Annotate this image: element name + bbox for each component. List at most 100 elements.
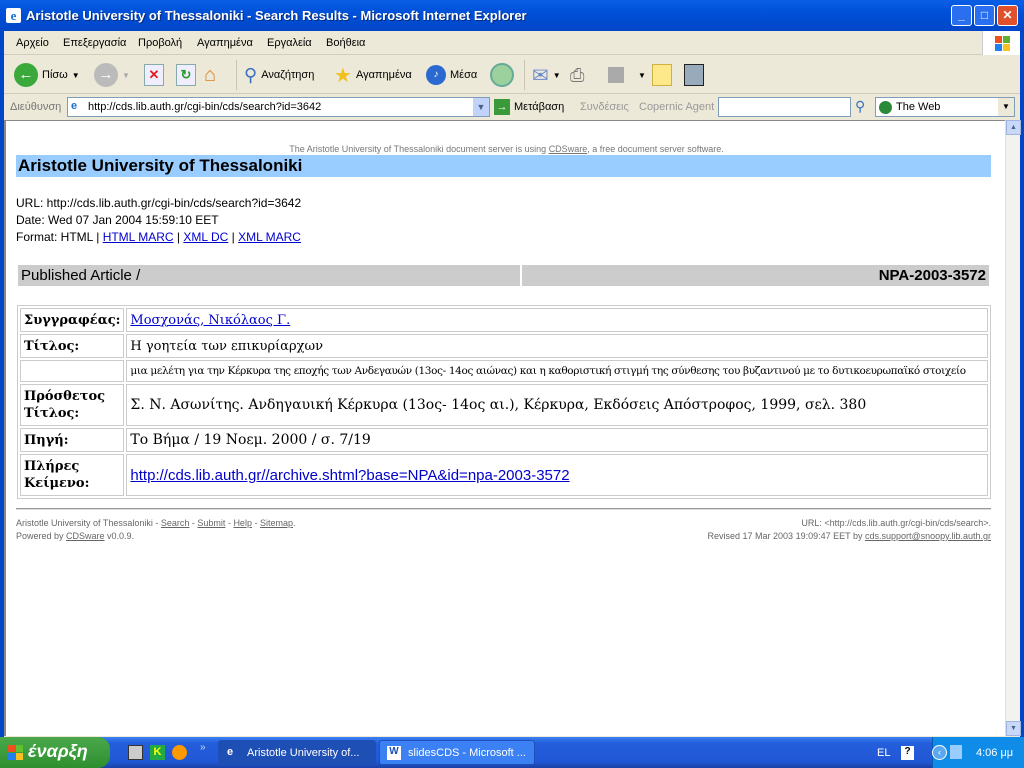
source-label: Πηγή: xyxy=(20,428,125,452)
added-title-label: Πρόσθετος Τίτλος: xyxy=(20,384,125,426)
menu-help[interactable]: Βοήθεια xyxy=(326,37,365,49)
fullscreen-icon xyxy=(608,67,624,83)
date-line: Date: Wed 07 Jan 2004 15:59:10 EET xyxy=(16,213,219,227)
plugin-button[interactable] xyxy=(684,61,704,89)
network-icon[interactable] xyxy=(950,745,962,759)
menu-view[interactable]: Προβολή xyxy=(138,37,182,49)
menu-favorites[interactable]: Αγαπημένα xyxy=(197,37,253,49)
system-tray: ‹ 4:06 μμ xyxy=(932,737,1024,768)
refresh-icon: ↻ xyxy=(176,64,196,86)
favorites-button[interactable]: ★ Αγαπημένα xyxy=(334,61,412,89)
help-icon[interactable]: ? xyxy=(901,746,914,760)
mail-button[interactable]: ✉ ▼ xyxy=(532,61,561,89)
windows-logo-icon xyxy=(982,31,1020,55)
footer-left: Aristotle University of Thessaloniki - S… xyxy=(16,518,296,541)
footer-help-link[interactable]: Help xyxy=(233,518,252,528)
tray-expand-icon[interactable]: ‹ xyxy=(932,745,947,760)
footer-url: URL: <http://cds.lib.auth.gr/cgi-bin/cds… xyxy=(801,518,991,528)
table-row: Πηγή: Το Βήμα / 19 Νοεμ. 2000 / σ. 7/19 xyxy=(20,428,988,452)
html-marc-link[interactable]: HTML MARC xyxy=(103,230,174,244)
forward-arrow-icon: → xyxy=(94,63,118,87)
page-title: Aristotle University of Thessaloniki xyxy=(16,155,991,177)
table-row: Πλήρες Κείμενο: http://cds.lib.auth.gr//a… xyxy=(20,454,988,496)
engine-dropdown-icon[interactable]: ▼ xyxy=(998,98,1014,116)
ie-icon: e xyxy=(6,8,21,23)
xml-marc-link[interactable]: XML MARC xyxy=(238,230,301,244)
window-frame-right xyxy=(1020,31,1024,737)
footer-submit-link[interactable]: Submit xyxy=(197,518,225,528)
maximize-button[interactable]: □ xyxy=(974,5,995,26)
history-icon xyxy=(490,63,514,87)
close-button[interactable]: ✕ xyxy=(997,5,1018,26)
title-bar: e Aristotle University of Thessaloniki -… xyxy=(0,0,1024,31)
author-label: Συγγραφέας: xyxy=(20,308,125,332)
cdsware-link[interactable]: CDSware xyxy=(549,144,588,154)
engine-select[interactable]: The Web ▼ xyxy=(875,97,1015,117)
url-line: URL: http://cds.lib.auth.gr/cgi-bin/cds/… xyxy=(16,196,302,210)
footer-sitemap-link[interactable]: Sitemap xyxy=(260,518,293,528)
quicklaunch-k-icon[interactable]: K xyxy=(150,745,165,760)
mail-icon: ✉ xyxy=(532,64,549,87)
menu-tools[interactable]: Εργαλεία xyxy=(267,37,312,49)
back-button[interactable]: ← Πίσω ▼ xyxy=(14,61,80,89)
source-value: Το Βήμα / 19 Νοεμ. 2000 / σ. 7/19 xyxy=(126,428,988,452)
taskbar: έναρξη K » e Aristotle University of... W… xyxy=(0,737,1024,768)
support-email-link[interactable]: cds.support@snoopy.lib.auth.gr xyxy=(865,531,991,541)
windows-flag-icon xyxy=(8,745,24,760)
table-row: Συγγραφέας: Μοσχονάς, Νικόλαος Γ. xyxy=(20,308,988,332)
fullscreen-button[interactable]: ▼ xyxy=(608,61,646,89)
scroll-up-button[interactable]: ▲ xyxy=(1006,120,1021,135)
fulltext-link[interactable]: http://cds.lib.auth.gr//archive.shtml?ba… xyxy=(130,467,569,484)
table-row: Πρόσθετος Τίτλος: Σ. Ν. Ασωνίτης. Ανδηγαυ… xyxy=(20,384,988,426)
vertical-scrollbar[interactable]: ▲ ▼ xyxy=(1005,120,1021,736)
go-arrow-icon: → xyxy=(494,99,510,115)
links-button[interactable]: Συνδέσεις xyxy=(580,101,629,113)
record-table: Συγγραφέας: Μοσχονάς, Νικόλαος Γ. Τίτλος:… xyxy=(17,305,991,499)
menu-edit[interactable]: Επεξεργασία xyxy=(63,37,126,49)
page-icon: e xyxy=(71,100,78,112)
title-label: Τίτλος: xyxy=(20,334,125,358)
star-icon: ★ xyxy=(334,64,352,87)
notes-button[interactable] xyxy=(652,61,672,89)
stop-icon: ✕ xyxy=(144,64,164,86)
home-button[interactable]: ⌂ xyxy=(204,61,216,89)
media-button[interactable]: ♪ Μέσα xyxy=(426,61,477,89)
toolbar: ← Πίσω ▼ → ▼ ✕ ↻ ⌂ ⚲ Αναζήτηση ★ Αγαπημένα ♪… xyxy=(4,56,1020,94)
collection-label: Published Article / xyxy=(18,265,520,286)
table-row: μια μελέτη για την Κέρκυρα της εποχής τω… xyxy=(20,360,988,382)
task-ie-window[interactable]: e Aristotle University of... xyxy=(218,740,376,765)
start-button[interactable]: έναρξη xyxy=(0,737,110,768)
stop-button[interactable]: ✕ xyxy=(144,61,164,89)
quicklaunch-media-icon[interactable] xyxy=(172,745,187,760)
title-value: Η γοητεία των επικυρίαρχων xyxy=(126,334,988,358)
minimize-button[interactable]: _ xyxy=(951,5,972,26)
powered-by-notice: The Aristotle University of Thessaloniki… xyxy=(289,144,724,154)
refresh-button[interactable]: ↻ xyxy=(176,61,196,89)
author-link[interactable]: Μοσχονάς, Νικόλαος Γ. xyxy=(130,313,290,328)
fulltext-label: Πλήρες Κείμενο: xyxy=(20,454,125,496)
footer-divider xyxy=(16,508,991,510)
search-button[interactable]: ⚲ Αναζήτηση xyxy=(244,61,314,89)
scroll-down-button[interactable]: ▼ xyxy=(1006,721,1021,736)
xml-dc-link[interactable]: XML DC xyxy=(183,230,228,244)
footer-right: URL: <http://cds.lib.auth.gr/cgi-bin/cds… xyxy=(707,518,991,541)
record-meta: URL: http://cds.lib.auth.gr/cgi-bin/cds/… xyxy=(16,195,301,246)
footer-cdsware-link[interactable]: CDSware xyxy=(66,531,105,541)
print-button[interactable]: ⎙ xyxy=(570,61,584,89)
language-indicator[interactable]: EL xyxy=(877,747,890,759)
footer-search-link[interactable]: Search xyxy=(161,518,190,528)
task-word-window[interactable]: WslidesCDS - Microsoft ... xyxy=(379,740,535,765)
address-input[interactable]: e http://cds.lib.auth.gr/cgi-bin/cds/sea… xyxy=(67,97,490,117)
subtitle-value: μια μελέτη για την Κέρκυρα της εποχής τω… xyxy=(126,360,988,382)
record-id: NPA-2003-3572 xyxy=(522,265,989,286)
copernic-search-icon[interactable]: ⚲ xyxy=(855,98,865,115)
forward-button[interactable]: → ▼ xyxy=(94,61,130,89)
quicklaunch-app-icon[interactable] xyxy=(128,745,143,760)
address-dropdown[interactable]: ▼ xyxy=(473,98,489,116)
go-button[interactable]: → Μετάβαση xyxy=(494,99,564,115)
menu-file[interactable]: Αρχείο xyxy=(16,37,49,49)
history-button[interactable] xyxy=(490,61,514,89)
copernic-search-input[interactable] xyxy=(718,97,851,117)
address-label: Διεύθυνση xyxy=(10,101,62,113)
globe-icon xyxy=(879,101,892,114)
